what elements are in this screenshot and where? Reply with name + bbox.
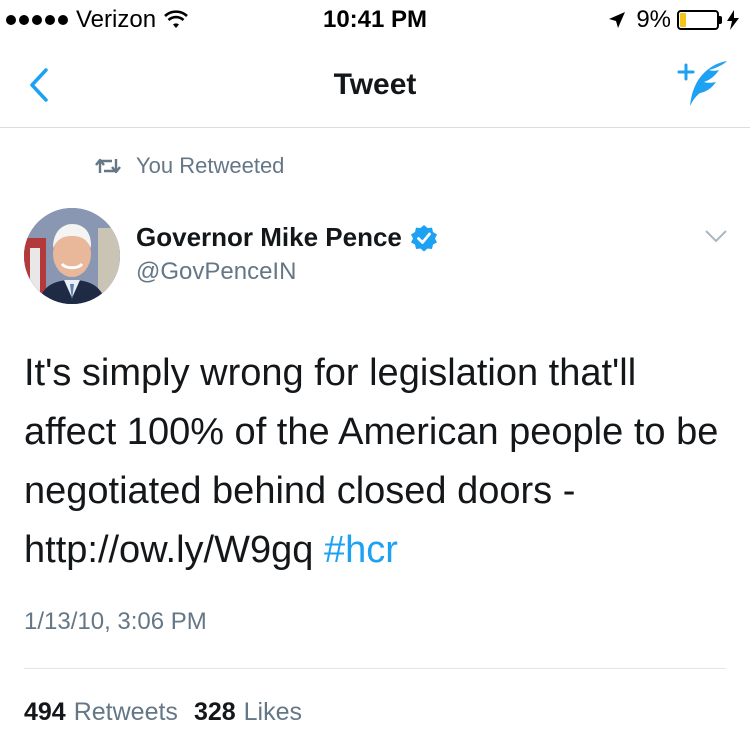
author-name-text: Governor Mike Pence <box>136 222 402 252</box>
likes-stat[interactable]: 328 Likes <box>194 698 302 727</box>
page-title: Tweet <box>333 68 417 101</box>
battery-icon <box>677 10 719 30</box>
tweet-text: It's simply wrong for legislation that'l… <box>24 344 724 580</box>
divider <box>24 668 726 669</box>
verified-badge-icon <box>410 224 437 251</box>
retweet-icon <box>95 158 121 174</box>
author-handle[interactable]: @GovPenceIN <box>136 258 296 286</box>
likes-count: 328 <box>193 698 236 726</box>
avatar[interactable] <box>24 208 120 304</box>
tweet-link[interactable]: http://ow.ly/W9gq <box>24 529 313 571</box>
tweet-stats: 494 Retweets 328 Likes <box>24 698 318 727</box>
chevron-down-icon[interactable] <box>704 228 728 244</box>
avatar-image <box>24 208 120 304</box>
retweet-context: You Retweeted <box>94 153 284 179</box>
battery-nub <box>719 16 722 24</box>
location-arrow-icon <box>609 12 626 28</box>
author-name[interactable]: Governor Mike Pence <box>136 222 438 253</box>
retweets-count: 494 <box>24 698 66 726</box>
nav-bar: Tweet <box>0 40 750 128</box>
retweets-stat[interactable]: 494 Retweets <box>24 698 178 727</box>
retweet-context-label: You Retweeted <box>136 153 285 178</box>
battery-level <box>680 13 686 27</box>
status-bar-right: 9% <box>608 6 740 34</box>
tweet-timestamp: 1/13/10, 3:06 PM <box>24 608 207 635</box>
likes-label: Likes <box>243 698 303 726</box>
status-bar: Verizon 10:41 PM 9% <box>0 0 750 40</box>
hashtag-link[interactable]: #hcr <box>324 529 398 571</box>
compose-tweet-icon[interactable] <box>676 58 730 110</box>
charging-bolt-icon <box>727 10 739 30</box>
tweet-text-main: It's simply wrong for legislation that'l… <box>24 352 719 512</box>
retweets-label: Retweets <box>73 698 178 726</box>
battery-percent: 9% <box>636 6 671 33</box>
